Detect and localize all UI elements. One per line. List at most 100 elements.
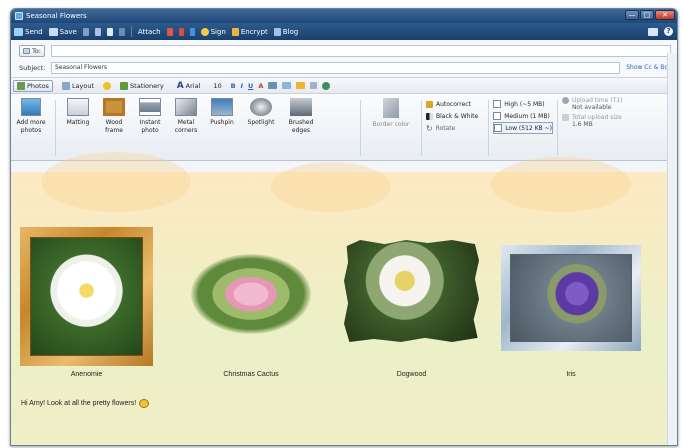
tab-layout[interactable]: Layout bbox=[58, 80, 98, 92]
copy-button[interactable] bbox=[94, 27, 101, 36]
style-metal-corners[interactable]: Metal corners bbox=[171, 98, 201, 135]
style-instant-photo[interactable]: Instant photo bbox=[135, 98, 165, 135]
highlight-icon[interactable] bbox=[296, 82, 306, 89]
photo-dogwood[interactable] bbox=[344, 240, 479, 342]
undo-icon bbox=[118, 27, 125, 36]
layout-icon bbox=[61, 81, 70, 90]
list-icon[interactable] bbox=[268, 82, 278, 89]
paste-button[interactable] bbox=[106, 27, 113, 36]
vertical-scrollbar[interactable] bbox=[667, 53, 677, 445]
font-select[interactable]: A Arial bbox=[173, 79, 205, 93]
mail-app-icon bbox=[15, 12, 23, 20]
instant-photo-icon bbox=[139, 98, 161, 116]
help-icon[interactable]: ? bbox=[664, 27, 673, 36]
lock-icon bbox=[231, 27, 239, 36]
address-area: To: Subject: Seasonal Flowers Show Cc & … bbox=[11, 40, 677, 77]
photo-anenomie[interactable] bbox=[20, 227, 153, 366]
black-white-button[interactable]: Black & White bbox=[426, 110, 478, 122]
emoticon-icon[interactable] bbox=[103, 81, 112, 90]
encrypt-button[interactable]: Encrypt bbox=[231, 27, 268, 36]
message-body[interactable]: Anenomie Christmas Cactus Dogwood Iris H… bbox=[11, 152, 677, 445]
quality-low-option[interactable]: Low (512 KB ~) bbox=[493, 122, 553, 134]
blog-icon bbox=[273, 27, 281, 36]
photo-caption: Iris bbox=[566, 371, 576, 378]
metal-corners-icon bbox=[175, 98, 197, 116]
pushpin-icon bbox=[211, 98, 233, 116]
scissors-icon bbox=[82, 27, 89, 36]
style-spotlight[interactable]: Spotlight bbox=[243, 98, 279, 127]
photo-iris[interactable] bbox=[501, 245, 641, 351]
style-pushpin[interactable]: Pushpin bbox=[207, 98, 237, 127]
command-bar-right: ? bbox=[648, 27, 673, 36]
cut-button[interactable] bbox=[82, 27, 89, 36]
to-row: To: bbox=[19, 43, 671, 58]
subject-field[interactable]: Seasonal Flowers bbox=[51, 61, 621, 74]
upload-size-icon bbox=[561, 114, 569, 121]
quality-medium-option[interactable]: Medium (1 MB) bbox=[493, 110, 550, 122]
add-photos-icon bbox=[21, 98, 41, 116]
total-upload-info: Total upload size 1.6 MB bbox=[561, 114, 622, 128]
rotate-icon: ↻ bbox=[426, 123, 433, 133]
black-white-icon bbox=[426, 112, 433, 120]
send-button[interactable]: Send bbox=[14, 27, 43, 36]
bold-button[interactable]: B bbox=[231, 82, 236, 90]
style-matting[interactable]: Matting bbox=[63, 98, 93, 127]
hyperlink-icon[interactable] bbox=[322, 81, 331, 90]
add-more-photos-button[interactable]: Add more photos bbox=[14, 98, 48, 135]
photo-christmas-cactus[interactable] bbox=[191, 254, 311, 334]
add-photos-group: Add more photos bbox=[11, 94, 51, 160]
quality-high-option[interactable]: High (~5 MB) bbox=[493, 98, 545, 110]
title-bar: Seasonal Flowers — □ ✕ bbox=[11, 9, 677, 23]
border-color-button[interactable]: Border color bbox=[368, 98, 414, 129]
separator bbox=[421, 100, 422, 156]
separator bbox=[488, 100, 490, 156]
background-petal bbox=[41, 152, 191, 212]
font-color-button[interactable]: A bbox=[258, 82, 263, 90]
autocorrect-button[interactable]: Autocorrect bbox=[426, 98, 471, 110]
adjust-group: Autocorrect Black & White ↻ Rotate bbox=[426, 94, 478, 160]
tab-photos[interactable]: Photos bbox=[13, 79, 53, 92]
priority-high-button[interactable] bbox=[178, 27, 184, 36]
save-icon bbox=[48, 27, 58, 36]
indent-icon[interactable] bbox=[282, 82, 292, 89]
style-wood-frame[interactable]: Wood frame bbox=[99, 98, 129, 135]
save-button[interactable]: Save bbox=[48, 27, 77, 36]
spellcheck-button[interactable] bbox=[166, 27, 173, 36]
quality-high-icon bbox=[493, 100, 502, 108]
message-body-text: Hi Amy! Look at all the pretty flowers! bbox=[21, 400, 137, 407]
message-text[interactable]: Hi Amy! Look at all the pretty flowers! bbox=[21, 399, 150, 408]
close-button[interactable]: ✕ bbox=[655, 10, 675, 20]
photos-icon bbox=[17, 81, 25, 90]
minimize-button[interactable]: — bbox=[625, 10, 639, 20]
stationery-button[interactable]: Stationery bbox=[116, 80, 168, 92]
spotlight-icon bbox=[250, 98, 272, 116]
sign-button[interactable]: Sign bbox=[200, 27, 226, 36]
italic-button[interactable]: I bbox=[241, 82, 243, 90]
upload-info-group: Upload time (T1) Not available Total upl… bbox=[561, 94, 623, 160]
send-icon bbox=[14, 27, 23, 36]
address-book-icon bbox=[23, 47, 30, 54]
brushed-edges-icon bbox=[290, 98, 312, 116]
attach-button[interactable]: Attach bbox=[138, 28, 161, 36]
style-brushed-edges[interactable]: Brushed edges bbox=[285, 98, 317, 135]
matting-icon bbox=[67, 98, 89, 116]
command-bar: Send Save Attach Sign Encrypt Blog ? bbox=[11, 23, 677, 40]
font-icon: A bbox=[176, 80, 184, 91]
mail-window: Seasonal Flowers — □ ✕ Send Save Attach … bbox=[10, 8, 678, 446]
background-petal bbox=[491, 157, 631, 212]
to-field[interactable] bbox=[51, 44, 671, 57]
underline-button[interactable]: U bbox=[248, 82, 253, 90]
background-petal bbox=[271, 162, 391, 212]
priority-low-button[interactable] bbox=[189, 27, 195, 36]
undo-button[interactable] bbox=[118, 27, 125, 36]
menu-icon[interactable] bbox=[648, 27, 658, 36]
show-cc-bcc-link[interactable]: Show Cc & Bcc bbox=[626, 64, 671, 71]
blog-button[interactable]: Blog bbox=[273, 27, 298, 36]
font-size-select[interactable]: 10 bbox=[209, 80, 225, 92]
paragraph-icon[interactable] bbox=[310, 82, 318, 89]
photo-caption: Anenomie bbox=[70, 371, 103, 378]
maximize-button[interactable]: □ bbox=[640, 10, 654, 20]
upload-time-value: Not available bbox=[571, 104, 612, 111]
to-button[interactable]: To: bbox=[19, 44, 45, 57]
rotate-button[interactable]: ↻ Rotate bbox=[426, 122, 455, 134]
